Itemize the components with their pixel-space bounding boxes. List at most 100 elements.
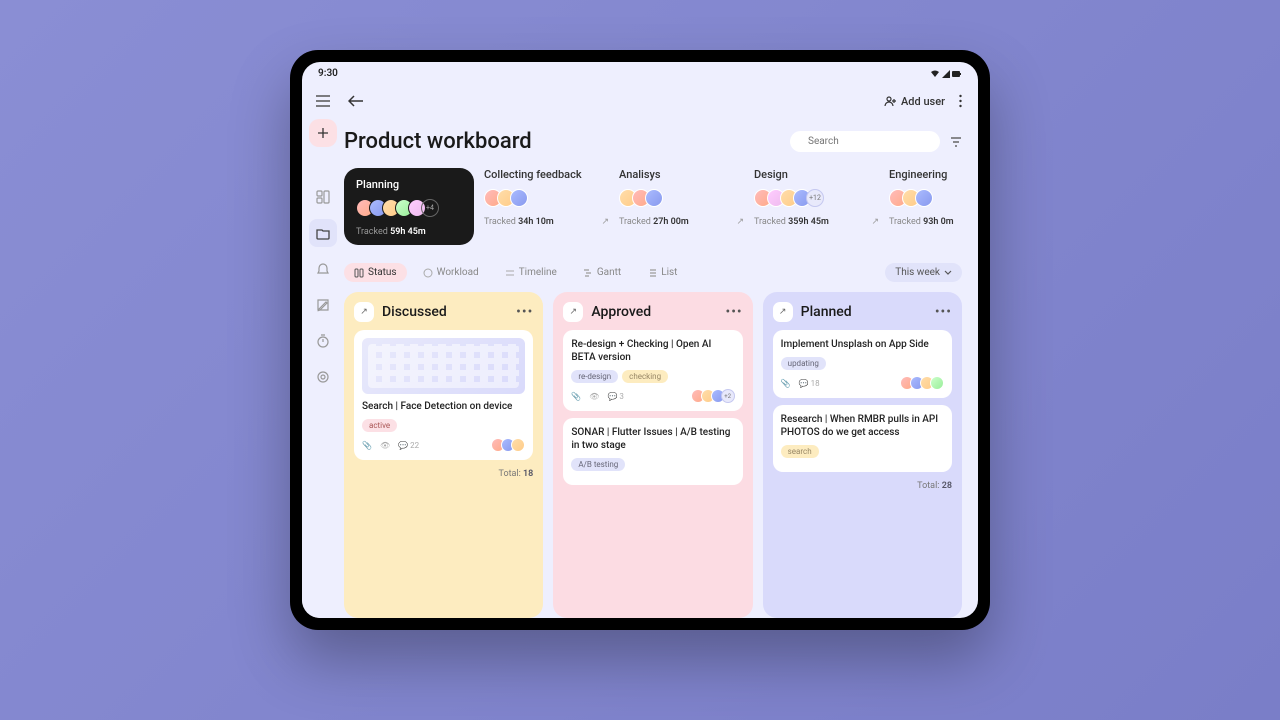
stage-analysis[interactable]: Analisys Tracked 27h 00m↗ — [619, 168, 744, 245]
comments-count: 💬 22 — [398, 441, 419, 450]
board-approved: ↗ Approved ••• Re-design + Checking | Op… — [553, 292, 752, 618]
nav-notifications[interactable] — [309, 255, 337, 283]
card-meta: 📎 👁 💬 22 — [362, 441, 419, 450]
bell-icon — [316, 262, 330, 276]
card-meta: 📎👁 💬 3 — [571, 392, 624, 401]
task-card[interactable]: Implement Unsplash on App Side updating … — [773, 330, 952, 398]
more-vertical-icon — [959, 94, 962, 108]
stage-tracked: Tracked 34h 10m↗ — [484, 217, 609, 227]
gear-icon — [316, 370, 330, 384]
tab-list[interactable]: List — [637, 263, 687, 282]
wifi-icon — [930, 70, 940, 78]
board-title: Approved — [591, 304, 651, 320]
tab-gantt[interactable]: Gantt — [573, 263, 631, 282]
board-more-button[interactable]: ••• — [725, 304, 742, 320]
header-row: Product workboard — [344, 123, 962, 168]
comments-count: 💬 18 — [799, 379, 820, 388]
stage-engineering[interactable]: Engineering Tracked 93h 0m — [889, 168, 962, 245]
workload-icon — [423, 268, 433, 278]
stage-title: Collecting feedback — [484, 168, 609, 181]
nav-edit[interactable] — [309, 291, 337, 319]
status-icons — [930, 68, 962, 79]
tag: A/B testing — [571, 458, 625, 471]
card-avatars: +2 — [695, 389, 735, 403]
eye-icon: 👁 — [589, 392, 599, 401]
expand-icon[interactable]: ↗ — [871, 217, 879, 227]
tab-status[interactable]: Status — [344, 263, 407, 282]
tag: active — [362, 419, 397, 432]
tag: search — [781, 445, 819, 458]
top-actions: Add user — [884, 94, 962, 108]
status-bar: 9:30 — [302, 62, 978, 81]
card-title: Re-design + Checking | Open AI BETA vers… — [571, 338, 734, 364]
task-card[interactable]: Research | When RMBR pulls in API PHOTOS… — [773, 405, 952, 472]
stage-planning[interactable]: Planning +4 Tracked 59h 45m — [344, 168, 474, 245]
comments-count: 💬 3 — [607, 392, 623, 401]
search-input[interactable] — [808, 136, 941, 147]
card-title: Implement Unsplash on App Side — [781, 338, 944, 351]
stage-avatars — [889, 189, 962, 207]
attachment-icon: 📎 — [781, 379, 791, 388]
add-user-button[interactable]: Add user — [884, 95, 945, 108]
search-box[interactable] — [790, 131, 940, 152]
stage-tracked: Tracked 27h 00m↗ — [619, 217, 744, 227]
hamburger-icon — [316, 95, 330, 107]
board-title: Planned — [801, 304, 852, 320]
avatar-more: +12 — [806, 189, 824, 207]
expand-icon[interactable]: ↗ — [773, 302, 793, 322]
plus-icon — [317, 127, 329, 139]
menu-button[interactable] — [309, 87, 337, 115]
nav-settings[interactable] — [309, 363, 337, 391]
expand-icon[interactable]: ↗ — [601, 217, 609, 227]
arrow-left-icon — [348, 95, 364, 107]
board-more-button[interactable]: ••• — [516, 304, 533, 320]
signal-icon — [942, 70, 950, 78]
back-button[interactable] — [344, 89, 368, 113]
card-title: SONAR | Flutter Issues | A/B testing in … — [571, 426, 734, 452]
card-title: Search | Face Detection on device — [362, 400, 525, 413]
task-card[interactable]: Search | Face Detection on device active… — [354, 330, 533, 460]
page-title: Product workboard — [344, 129, 532, 154]
main-content: Add user Product workboard — [344, 81, 978, 618]
stage-design[interactable]: Design +12 Tracked 359h 45m↗ — [754, 168, 879, 245]
board-total: Total: 28 — [773, 479, 952, 491]
more-button[interactable] — [959, 94, 962, 108]
tabs: Status Workload Timeline Gantt List — [344, 263, 687, 282]
board-discussed: ↗ Discussed ••• Search | Face Detection … — [344, 292, 543, 618]
expand-icon[interactable]: ↗ — [736, 217, 744, 227]
stage-tracked: Tracked 93h 0m — [889, 217, 962, 227]
board-header: ↗ Discussed ••• — [354, 302, 533, 322]
task-card[interactable]: SONAR | Flutter Issues | A/B testing in … — [563, 418, 742, 485]
expand-icon[interactable]: ↗ — [354, 302, 374, 322]
timeline-icon — [505, 268, 515, 278]
board-more-button[interactable]: ••• — [935, 304, 952, 320]
attachment-icon: 📎 — [362, 441, 372, 450]
nav-timer[interactable] — [309, 327, 337, 355]
add-button[interactable] — [309, 119, 337, 147]
nav-dashboard[interactable] — [309, 183, 337, 211]
status-time: 9:30 — [318, 68, 338, 79]
task-card[interactable]: Re-design + Checking | Open AI BETA vers… — [563, 330, 742, 411]
avatar-more: +4 — [421, 199, 439, 217]
filter-button[interactable] — [950, 136, 962, 148]
week-filter[interactable]: This week — [885, 263, 962, 282]
expand-icon[interactable]: ↗ — [563, 302, 583, 322]
chevron-down-icon — [944, 270, 952, 275]
board-total: Total: 18 — [354, 467, 533, 479]
edit-icon — [316, 298, 330, 312]
tab-workload[interactable]: Workload — [413, 263, 489, 282]
avatar — [510, 189, 528, 207]
tab-timeline[interactable]: Timeline — [495, 263, 567, 282]
screen: 9:30 — [302, 62, 978, 618]
tag: updating — [781, 357, 826, 370]
stage-avatars: +12 — [754, 189, 879, 207]
stage-feedback[interactable]: Collecting feedback Tracked 34h 10m↗ — [484, 168, 609, 245]
sidebar — [302, 81, 344, 618]
stage-title: Analisys — [619, 168, 744, 181]
tablet-frame: 9:30 — [290, 50, 990, 630]
status-icon — [354, 268, 364, 278]
stage-avatars — [484, 189, 609, 207]
topbar: Add user — [344, 87, 962, 123]
battery-icon — [952, 70, 962, 78]
nav-folder[interactable] — [309, 219, 337, 247]
